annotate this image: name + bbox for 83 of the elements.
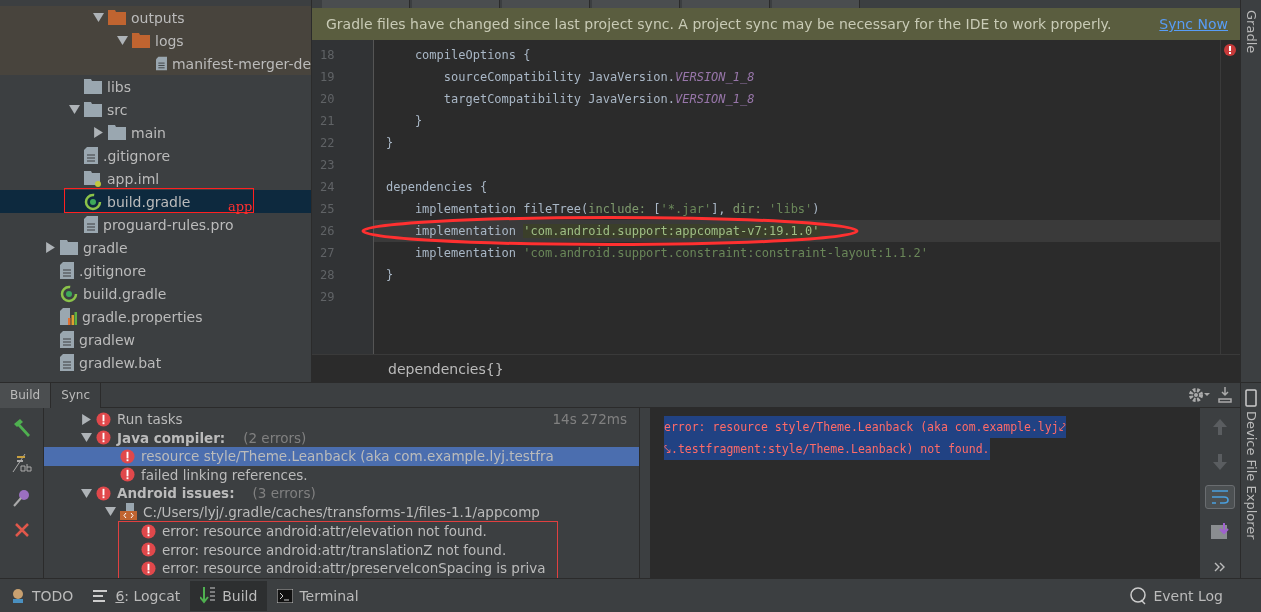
error-icon [96,485,111,501]
tree-item[interactable]: manifest-merger-de [0,52,311,75]
tree-item[interactable]: libs [0,75,311,98]
tree-item[interactable]: build.gradle app [0,190,311,213]
build-tree-item[interactable]: Run tasks 14s 272ms [44,410,639,429]
error-icon [120,448,135,464]
panel-tab[interactable]: Sync [51,382,102,408]
tree-item[interactable]: gradle [0,236,311,259]
build-tree-item[interactable]: C:/Users/lyj/.gradle/caches/transforms-1/files-1.1/appcomp [44,502,639,521]
build-tree-item[interactable]: error: resource android:attr/preserveIconSpacing is priva [119,559,557,578]
module-file-icon [84,170,102,187]
tree-item[interactable]: main [0,121,311,144]
expanded-arrow-icon[interactable] [104,506,116,518]
build-tree-item[interactable]: Java compiler: (2 errors) [44,428,639,447]
pin-icon[interactable] [11,488,32,508]
error-icon [96,430,111,446]
tool-window-button[interactable]: Build [190,580,268,611]
settings-icon[interactable] [1188,387,1210,403]
error-icon [120,467,135,483]
gradle-side-tab[interactable]: Gradle [1243,10,1259,54]
tool-window-button[interactable]: TODO [0,580,84,611]
properties-file-icon [60,308,77,325]
breadcrumb[interactable]: dependencies{} [388,360,504,377]
file-icon [156,55,167,72]
error-icon [141,542,156,558]
build-tree-item[interactable]: error: resource android:attr/translationZ not found. [119,540,557,559]
folder-icon [84,102,102,117]
expanded-arrow-icon[interactable] [116,35,128,46]
tree-item[interactable]: outputs [0,6,311,29]
error-count: (2 errors) [243,429,307,446]
error-icon [96,411,111,427]
tree-item[interactable]: logs [0,29,311,52]
build-tree-item[interactable]: Android issues: (3 errors) [44,484,639,503]
event-log-button[interactable]: Event Log [1119,580,1233,611]
folder-icon [60,240,78,255]
duration-text: 14s 272ms [552,411,628,428]
list-icon [93,589,110,602]
annotation-label: app [228,200,253,213]
error-count: (3 errors) [252,485,316,502]
build-tree-item[interactable]: error: resource android:attr/elevation not found. [119,522,557,541]
tree-item[interactable]: proguard-rules.pro [0,213,311,236]
close-icon[interactable] [13,522,30,538]
tree-item[interactable]: gradlew.bat [0,351,311,374]
gradle-ring-icon [84,192,102,211]
build-tree-item[interactable]: failed linking references. [44,465,639,484]
expanded-arrow-icon[interactable] [80,487,92,499]
file-icon [60,354,74,371]
expanded-arrow-icon[interactable] [92,12,104,23]
file-icon [60,331,74,348]
tool-window-button[interactable]: 6: Logcat [83,580,191,611]
collapsed-arrow-icon[interactable] [80,413,92,425]
hide-panel-icon[interactable] [1218,387,1232,403]
expanded-arrow-icon[interactable] [80,432,92,444]
tree-item[interactable]: app.iml [0,167,311,190]
folder-icon [132,33,150,48]
panel-tab[interactable]: Build [0,382,52,408]
expanded-arrow-icon[interactable] [68,104,80,115]
tree-item[interactable]: .gitignore [0,259,311,282]
gradle-ring-icon [60,284,78,303]
folder-icon [108,10,126,25]
tree-item[interactable]: gradle.properties [0,305,311,328]
file-icon [60,262,74,279]
file-icon [84,147,98,164]
terminal-icon [277,588,294,603]
text-format-icon[interactable] [10,452,33,474]
tree-item[interactable]: src [0,98,311,121]
device-file-explorer-side-tab[interactable]: Device File Explorer [1243,411,1259,540]
file-icon [84,216,98,233]
tree-item[interactable]: build.gradle [0,282,311,305]
error-icon [141,523,156,539]
collapsed-arrow-icon[interactable] [44,242,56,253]
error-stripe-icon [1224,44,1236,56]
error-icon [141,560,156,576]
phone-icon[interactable] [1245,389,1257,407]
folder-icon [108,125,126,140]
collapsed-arrow-icon[interactable] [92,127,104,138]
folder-icon [84,79,102,94]
tree-item[interactable]: .gitignore [0,144,311,167]
download-arrow-icon [200,586,217,605]
notification-message: Gradle files have changed since last project sync. A project sync may be necessary for the IDE to work properly. [326,16,1112,32]
xml-file-icon [120,503,137,521]
tree-item[interactable]: gradlew [0,328,311,351]
tool-window-button[interactable]: Terminal [267,580,369,611]
